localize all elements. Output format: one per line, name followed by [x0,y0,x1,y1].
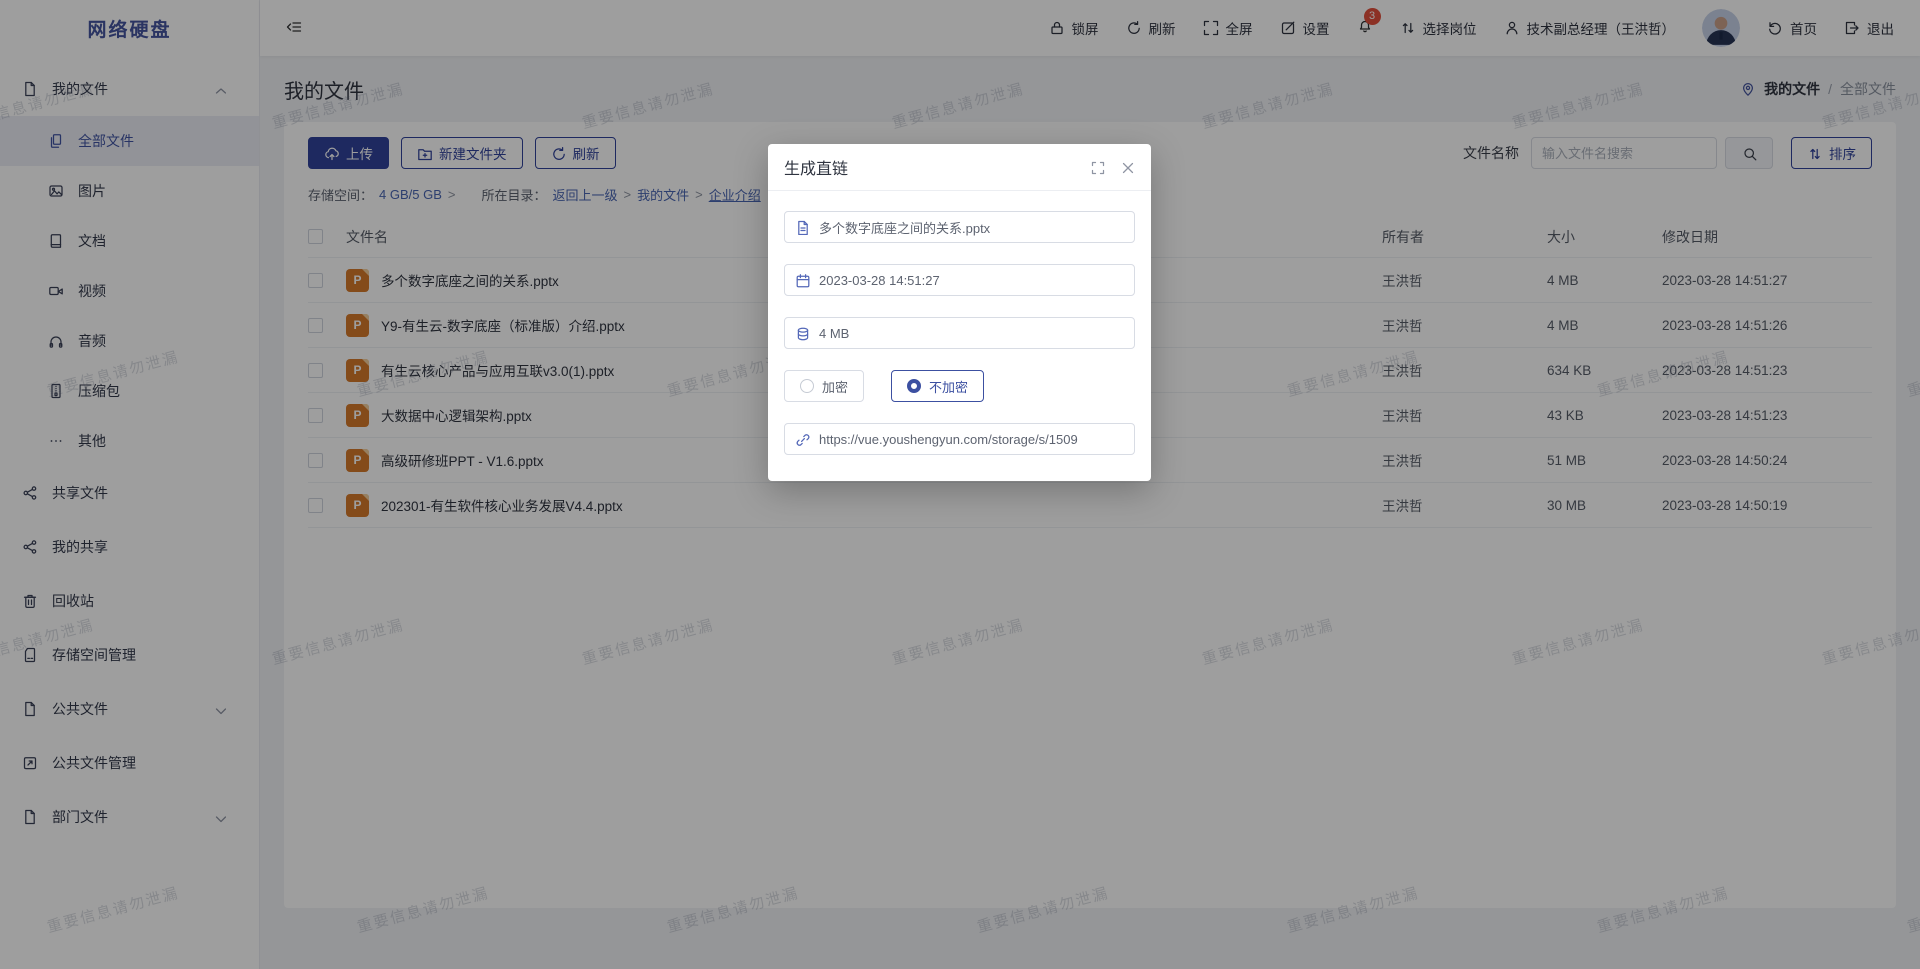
radio-unchecked-icon [800,379,814,393]
dialog-body: 多个数字底座之间的关系.pptx 2023-03-28 14:51:27 4 M… [768,191,1151,481]
encrypt-radio-option[interactable]: 加密 [784,370,864,402]
expand-icon[interactable] [1090,160,1105,175]
link-file-name: 多个数字底座之间的关系.pptx [819,218,990,237]
direct-link-url: https://vue.youshengyun.com/storage/s/15… [819,432,1078,447]
no-encrypt-radio-option[interactable]: 不加密 [891,370,984,402]
dialog-title: 生成直链 [784,155,1090,179]
link-size-field[interactable]: 4 MB [784,317,1135,349]
link-size: 4 MB [819,326,849,341]
dialog-header: 生成直链 [768,144,1151,191]
encryption-options: 加密 不加密 [784,370,1135,402]
link-date-field[interactable]: 2023-03-28 14:51:27 [784,264,1135,296]
direct-link-field[interactable]: https://vue.youshengyun.com/storage/s/15… [784,423,1135,455]
generate-link-dialog: 生成直链 多个数字底座之间的关系.pptx 2023-03-28 14:51:2… [768,144,1151,481]
link-icon [795,432,810,447]
encrypt-label: 加密 [822,377,848,396]
link-file-name-field[interactable]: 多个数字底座之间的关系.pptx [784,211,1135,243]
link-date: 2023-03-28 14:51:27 [819,273,940,288]
no-encrypt-label: 不加密 [929,377,968,396]
file-icon [795,220,810,235]
calendar-icon [795,273,810,288]
database-icon [795,326,810,341]
close-icon[interactable] [1120,160,1135,175]
radio-checked-icon [907,379,921,393]
dialog-tools [1090,160,1135,175]
